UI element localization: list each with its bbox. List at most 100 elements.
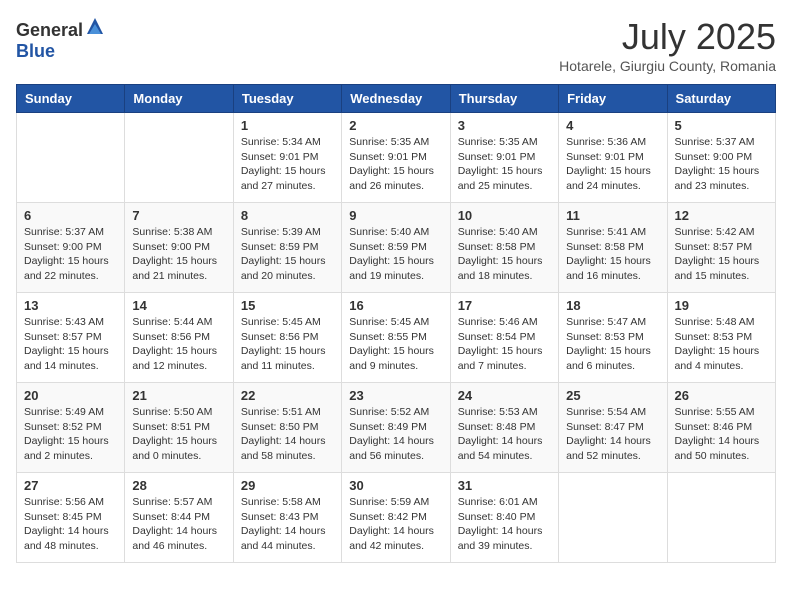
day-info: Sunrise: 5:38 AM Sunset: 9:00 PM Dayligh… — [132, 225, 225, 284]
calendar-cell: 4 Sunrise: 5:36 AM Sunset: 9:01 PM Daylig… — [559, 113, 667, 203]
calendar-cell: 20 Sunrise: 5:49 AM Sunset: 8:52 PM Dayli… — [17, 383, 125, 473]
day-number: 4 — [566, 118, 659, 133]
day-number: 6 — [24, 208, 117, 223]
day-info: Sunrise: 5:41 AM Sunset: 8:58 PM Dayligh… — [566, 225, 659, 284]
day-info: Sunrise: 5:40 AM Sunset: 8:58 PM Dayligh… — [458, 225, 551, 284]
day-info: Sunrise: 5:51 AM Sunset: 8:50 PM Dayligh… — [241, 405, 334, 464]
month-title: July 2025 — [559, 16, 776, 58]
day-info: Sunrise: 5:44 AM Sunset: 8:56 PM Dayligh… — [132, 315, 225, 374]
calendar-cell: 12 Sunrise: 5:42 AM Sunset: 8:57 PM Dayli… — [667, 203, 775, 293]
calendar-week-2: 13Sunrise: 5:43 AM Sunset: 8:57 PM Dayli… — [17, 293, 776, 383]
calendar-cell: 22Sunrise: 5:51 AM Sunset: 8:50 PM Dayli… — [233, 383, 341, 473]
day-number: 12 — [675, 208, 768, 223]
day-info: Sunrise: 5:47 AM Sunset: 8:53 PM Dayligh… — [566, 315, 659, 374]
calendar-cell: 21Sunrise: 5:50 AM Sunset: 8:51 PM Dayli… — [125, 383, 233, 473]
day-number: 11 — [566, 208, 659, 223]
calendar-cell: 3Sunrise: 5:35 AM Sunset: 9:01 PM Daylig… — [450, 113, 558, 203]
day-number: 13 — [24, 298, 117, 313]
calendar-cell: 18 Sunrise: 5:47 AM Sunset: 8:53 PM Dayli… — [559, 293, 667, 383]
calendar-cell: 11 Sunrise: 5:41 AM Sunset: 8:58 PM Dayli… — [559, 203, 667, 293]
calendar-cell: 8 Sunrise: 5:39 AM Sunset: 8:59 PM Daylig… — [233, 203, 341, 293]
day-number: 1 — [241, 118, 334, 133]
calendar-week-4: 27 Sunrise: 5:56 AM Sunset: 8:45 PM Dayli… — [17, 473, 776, 563]
day-info: Sunrise: 5:37 AM Sunset: 9:00 PM Dayligh… — [675, 135, 768, 194]
logo-icon — [85, 16, 105, 36]
calendar-cell — [667, 473, 775, 563]
logo-text: General Blue — [16, 16, 105, 62]
day-number: 8 — [241, 208, 334, 223]
day-info: Sunrise: 5:57 AM Sunset: 8:44 PM Dayligh… — [132, 495, 225, 554]
logo: General Blue — [16, 16, 105, 62]
day-number: 7 — [132, 208, 225, 223]
day-info: Sunrise: 5:45 AM Sunset: 8:55 PM Dayligh… — [349, 315, 442, 374]
day-info: Sunrise: 5:54 AM Sunset: 8:47 PM Dayligh… — [566, 405, 659, 464]
day-info: Sunrise: 5:45 AM Sunset: 8:56 PM Dayligh… — [241, 315, 334, 374]
day-info: Sunrise: 5:56 AM Sunset: 8:45 PM Dayligh… — [24, 495, 117, 554]
day-number: 17 — [458, 298, 551, 313]
calendar-cell: 13Sunrise: 5:43 AM Sunset: 8:57 PM Dayli… — [17, 293, 125, 383]
calendar-cell: 7 Sunrise: 5:38 AM Sunset: 9:00 PM Daylig… — [125, 203, 233, 293]
calendar-cell: 14 Sunrise: 5:44 AM Sunset: 8:56 PM Dayli… — [125, 293, 233, 383]
day-number: 15 — [241, 298, 334, 313]
day-info: Sunrise: 5:42 AM Sunset: 8:57 PM Dayligh… — [675, 225, 768, 284]
weekday-header-sunday: Sunday — [17, 85, 125, 113]
calendar-cell: 27 Sunrise: 5:56 AM Sunset: 8:45 PM Dayli… — [17, 473, 125, 563]
calendar-cell: 2Sunrise: 5:35 AM Sunset: 9:01 PM Daylig… — [342, 113, 450, 203]
calendar-cell — [125, 113, 233, 203]
day-number: 29 — [241, 478, 334, 493]
day-info: Sunrise: 5:39 AM Sunset: 8:59 PM Dayligh… — [241, 225, 334, 284]
calendar-cell: 6 Sunrise: 5:37 AM Sunset: 9:00 PM Daylig… — [17, 203, 125, 293]
day-info: Sunrise: 5:34 AM Sunset: 9:01 PM Dayligh… — [241, 135, 334, 194]
logo-general: General — [16, 20, 83, 40]
weekday-header-thursday: Thursday — [450, 85, 558, 113]
calendar-cell: 17 Sunrise: 5:46 AM Sunset: 8:54 PM Dayli… — [450, 293, 558, 383]
calendar-header: SundayMondayTuesdayWednesdayThursdayFrid… — [17, 85, 776, 113]
day-number: 5 — [675, 118, 768, 133]
day-number: 24 — [458, 388, 551, 403]
calendar-week-1: 6 Sunrise: 5:37 AM Sunset: 9:00 PM Daylig… — [17, 203, 776, 293]
day-number: 26 — [675, 388, 768, 403]
day-number: 3 — [458, 118, 551, 133]
day-number: 27 — [24, 478, 117, 493]
calendar-cell: 26 Sunrise: 5:55 AM Sunset: 8:46 PM Dayli… — [667, 383, 775, 473]
calendar-cell: 24 Sunrise: 5:53 AM Sunset: 8:48 PM Dayli… — [450, 383, 558, 473]
day-info: Sunrise: 5:58 AM Sunset: 8:43 PM Dayligh… — [241, 495, 334, 554]
day-number: 18 — [566, 298, 659, 313]
day-number: 2 — [349, 118, 442, 133]
logo-blue: Blue — [16, 41, 55, 61]
day-info: Sunrise: 5:59 AM Sunset: 8:42 PM Dayligh… — [349, 495, 442, 554]
calendar-cell: 31Sunrise: 6:01 AM Sunset: 8:40 PM Dayli… — [450, 473, 558, 563]
day-info: Sunrise: 5:46 AM Sunset: 8:54 PM Dayligh… — [458, 315, 551, 374]
day-info: Sunrise: 5:55 AM Sunset: 8:46 PM Dayligh… — [675, 405, 768, 464]
day-info: Sunrise: 5:52 AM Sunset: 8:49 PM Dayligh… — [349, 405, 442, 464]
calendar-cell: 10 Sunrise: 5:40 AM Sunset: 8:58 PM Dayli… — [450, 203, 558, 293]
calendar-cell: 23 Sunrise: 5:52 AM Sunset: 8:49 PM Dayli… — [342, 383, 450, 473]
day-info: Sunrise: 5:37 AM Sunset: 9:00 PM Dayligh… — [24, 225, 117, 284]
day-info: Sunrise: 5:50 AM Sunset: 8:51 PM Dayligh… — [132, 405, 225, 464]
day-info: Sunrise: 5:40 AM Sunset: 8:59 PM Dayligh… — [349, 225, 442, 284]
weekday-header-friday: Friday — [559, 85, 667, 113]
day-number: 14 — [132, 298, 225, 313]
day-info: Sunrise: 5:36 AM Sunset: 9:01 PM Dayligh… — [566, 135, 659, 194]
day-info: Sunrise: 5:49 AM Sunset: 8:52 PM Dayligh… — [24, 405, 117, 464]
calendar-cell: 15 Sunrise: 5:45 AM Sunset: 8:56 PM Dayli… — [233, 293, 341, 383]
calendar-table: SundayMondayTuesdayWednesdayThursdayFrid… — [16, 84, 776, 563]
day-number: 20 — [24, 388, 117, 403]
day-number: 10 — [458, 208, 551, 223]
day-info: Sunrise: 5:53 AM Sunset: 8:48 PM Dayligh… — [458, 405, 551, 464]
weekday-header-monday: Monday — [125, 85, 233, 113]
day-number: 23 — [349, 388, 442, 403]
calendar-cell: 19Sunrise: 5:48 AM Sunset: 8:53 PM Dayli… — [667, 293, 775, 383]
calendar-week-3: 20 Sunrise: 5:49 AM Sunset: 8:52 PM Dayli… — [17, 383, 776, 473]
day-info: Sunrise: 5:48 AM Sunset: 8:53 PM Dayligh… — [675, 315, 768, 374]
weekday-header-saturday: Saturday — [667, 85, 775, 113]
calendar-cell: 16Sunrise: 5:45 AM Sunset: 8:55 PM Dayli… — [342, 293, 450, 383]
day-number: 9 — [349, 208, 442, 223]
calendar-cell: 25Sunrise: 5:54 AM Sunset: 8:47 PM Dayli… — [559, 383, 667, 473]
calendar-cell: 29 Sunrise: 5:58 AM Sunset: 8:43 PM Dayli… — [233, 473, 341, 563]
day-number: 28 — [132, 478, 225, 493]
calendar-cell: 30Sunrise: 5:59 AM Sunset: 8:42 PM Dayli… — [342, 473, 450, 563]
weekday-row: SundayMondayTuesdayWednesdayThursdayFrid… — [17, 85, 776, 113]
calendar-cell: 5 Sunrise: 5:37 AM Sunset: 9:00 PM Daylig… — [667, 113, 775, 203]
location-title: Hotarele, Giurgiu County, Romania — [559, 58, 776, 74]
